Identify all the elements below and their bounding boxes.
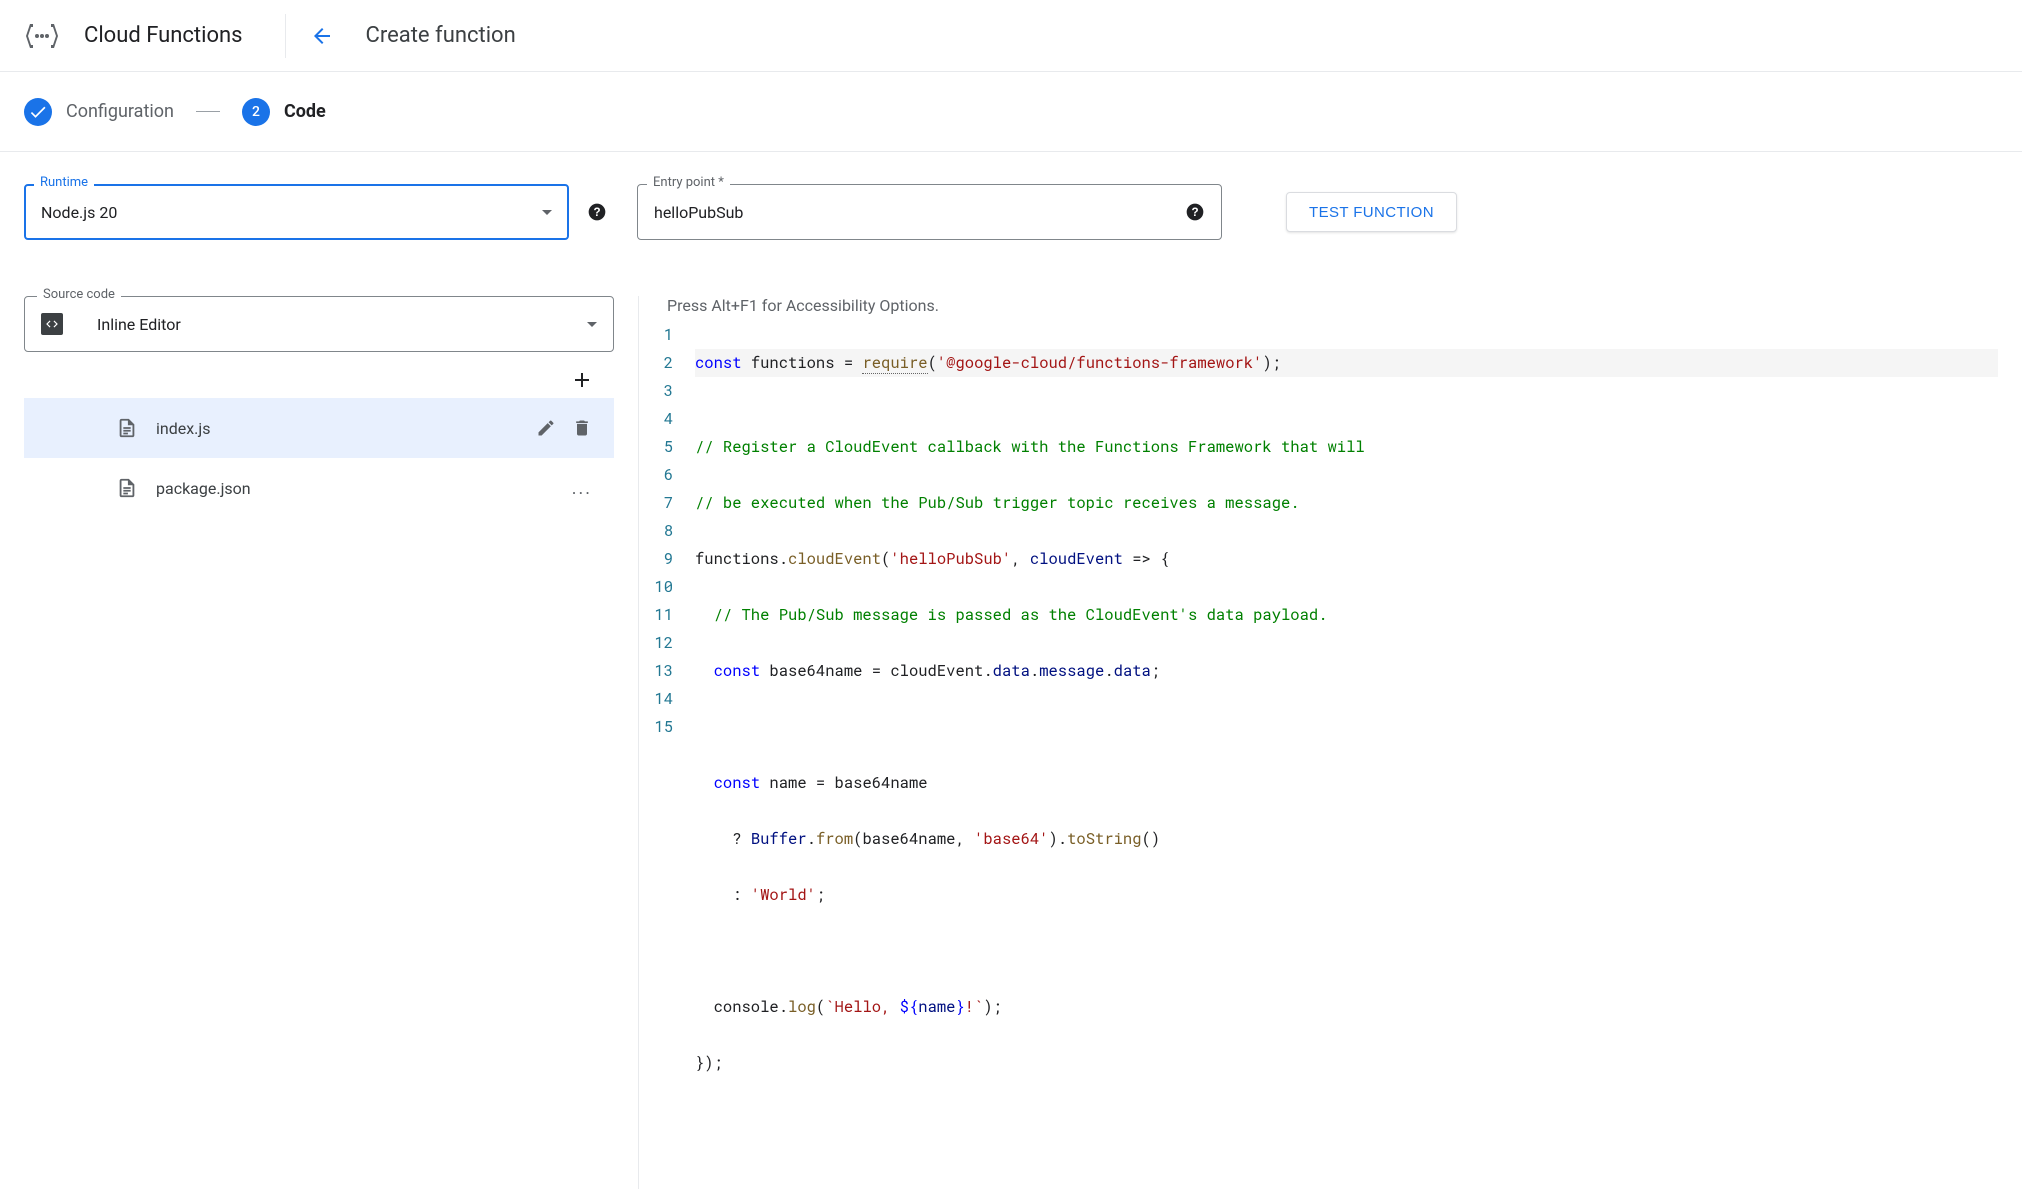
help-icon[interactable]: ?: [1185, 202, 1205, 222]
code-icon: [41, 313, 63, 335]
runtime-select[interactable]: Runtime Node.js 20 ?: [24, 184, 569, 240]
add-file-icon[interactable]: [570, 368, 594, 392]
more-icon[interactable]: ...: [572, 478, 592, 499]
edit-icon[interactable]: [536, 418, 556, 438]
step2-label: Code: [284, 101, 326, 122]
chevron-down-icon: [587, 322, 597, 327]
file-item-index[interactable]: index.js: [24, 398, 614, 458]
step-configuration[interactable]: Configuration: [24, 98, 174, 126]
code-content[interactable]: const functions = require('@google-cloud…: [695, 321, 1998, 1189]
back-arrow-icon[interactable]: [310, 24, 334, 48]
step-code[interactable]: 2 Code: [242, 98, 326, 126]
step2-badge: 2: [242, 98, 270, 126]
document-icon: [116, 477, 138, 499]
source-label: Source code: [37, 287, 121, 302]
help-icon[interactable]: ?: [587, 202, 607, 222]
source-value: Inline Editor: [97, 315, 587, 334]
entry-point-input[interactable]: Entry point * ?: [637, 184, 1222, 240]
stepper: Configuration 2 Code: [0, 72, 2022, 152]
step-connector: [196, 111, 220, 112]
svg-text:?: ?: [1191, 206, 1198, 219]
check-icon: [24, 98, 52, 126]
svg-text:?: ?: [593, 206, 600, 219]
entry-value[interactable]: [654, 203, 1169, 222]
file-item-package[interactable]: package.json ...: [24, 458, 614, 518]
runtime-value: Node.js 20: [41, 203, 542, 222]
source-code-select[interactable]: Source code Inline Editor: [24, 296, 614, 352]
product-title: Cloud Functions: [84, 23, 285, 48]
page-title: Create function: [366, 23, 516, 48]
product-icon: [24, 18, 60, 54]
test-function-button[interactable]: TEST FUNCTION: [1286, 192, 1457, 232]
line-gutter: 123456789101112131415: [639, 321, 695, 1189]
document-icon: [116, 417, 138, 439]
file-name: index.js: [156, 419, 536, 438]
code-editor[interactable]: Press Alt+F1 for Accessibility Options. …: [638, 296, 1998, 1189]
chevron-down-icon: [542, 210, 552, 215]
runtime-label: Runtime: [34, 175, 94, 190]
accessibility-hint: Press Alt+F1 for Accessibility Options.: [639, 296, 1998, 321]
header-divider: [285, 14, 286, 58]
delete-icon[interactable]: [572, 418, 592, 438]
step1-label: Configuration: [66, 101, 174, 122]
entry-label: Entry point *: [647, 175, 730, 190]
file-name: package.json: [156, 479, 572, 498]
header-bar: Cloud Functions Create function: [0, 0, 2022, 72]
